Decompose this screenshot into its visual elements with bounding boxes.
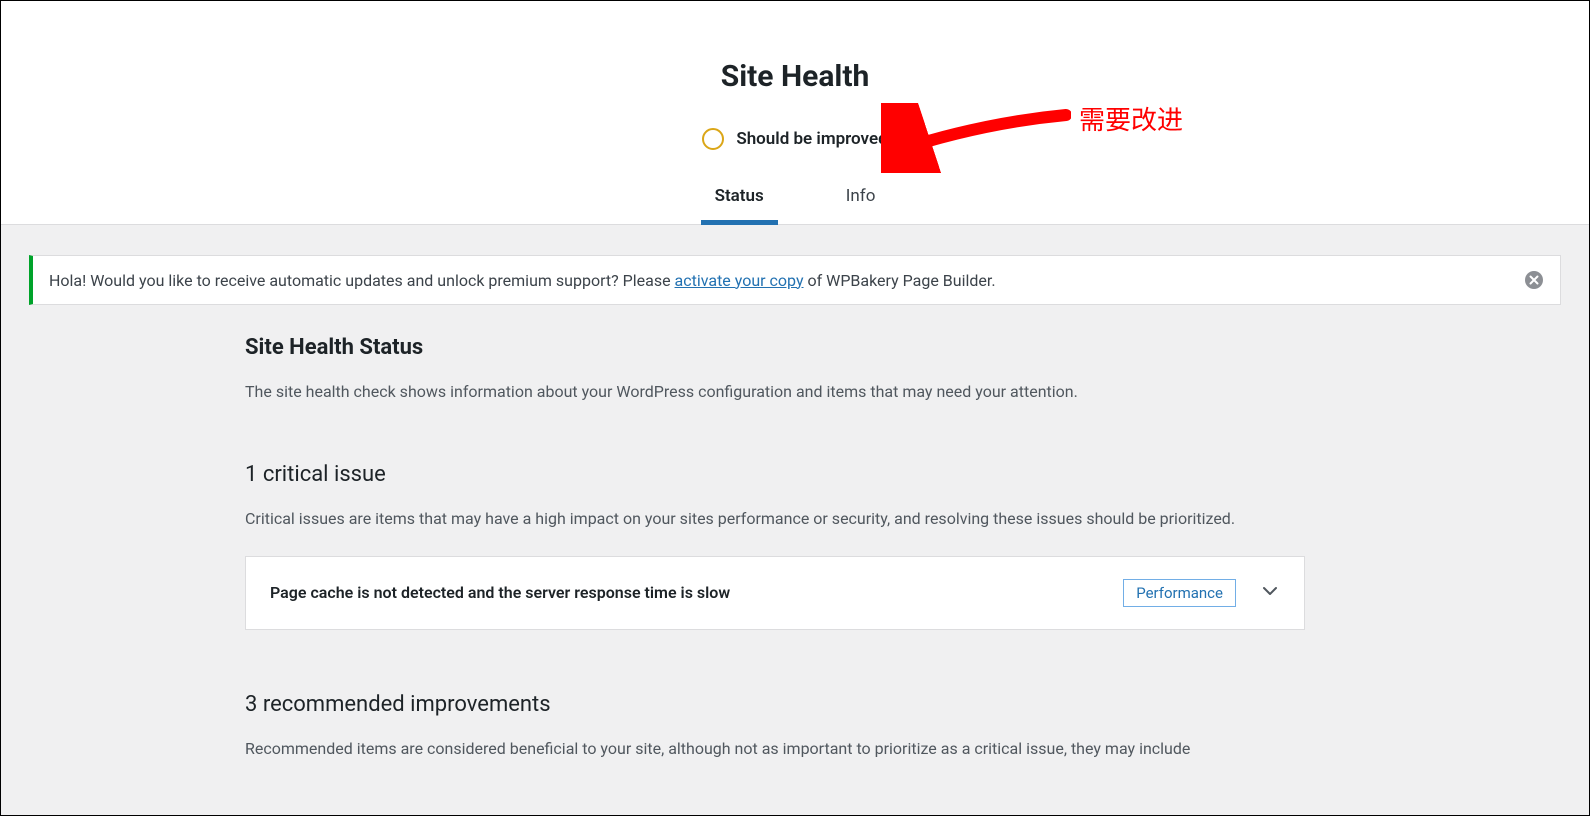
critical-issue-row[interactable]: Page cache is not detected and the serve… xyxy=(245,556,1305,630)
recommended-heading: 3 recommended improvements xyxy=(245,692,1305,717)
performance-badge: Performance xyxy=(1123,579,1236,607)
annotation-text: 需要改进 xyxy=(1079,100,1183,137)
body: Hola! Would you like to receive automati… xyxy=(1,225,1589,816)
activation-notice: Hola! Would you like to receive automati… xyxy=(29,255,1561,305)
tabs: Status Info xyxy=(1,186,1589,225)
annotation: 需要改进 xyxy=(881,103,1183,173)
chevron-down-icon xyxy=(1260,581,1280,605)
status-circle-icon xyxy=(702,128,724,150)
notice-pre: Hola! Would you like to receive automati… xyxy=(49,271,675,290)
recommended-desc: Recommended items are considered benefic… xyxy=(245,737,1305,762)
status-text: Should be improved xyxy=(736,129,887,149)
notice-post: of WPBakery Page Builder. xyxy=(804,271,996,290)
status-heading: Site Health Status xyxy=(245,335,1305,360)
dismiss-notice-button[interactable] xyxy=(1524,270,1544,290)
status-desc: The site health check shows information … xyxy=(245,380,1305,404)
arrow-icon xyxy=(881,103,1071,173)
header: Site Health Should be improved 需要改进 Stat… xyxy=(1,1,1589,225)
close-icon xyxy=(1524,270,1544,290)
issue-right: Performance xyxy=(1123,579,1280,607)
critical-heading: 1 critical issue xyxy=(245,462,1305,487)
notice-text: Hola! Would you like to receive automati… xyxy=(49,271,996,290)
tab-status[interactable]: Status xyxy=(709,186,770,224)
critical-desc: Critical issues are items that may have … xyxy=(245,507,1305,532)
site-health-status-indicator: Should be improved xyxy=(702,128,887,150)
content: Site Health Status The site health check… xyxy=(245,335,1305,762)
page-title: Site Health xyxy=(1,59,1589,94)
activate-link[interactable]: activate your copy xyxy=(675,271,804,290)
issue-title: Page cache is not detected and the serve… xyxy=(270,583,730,602)
tab-info[interactable]: Info xyxy=(840,186,882,224)
